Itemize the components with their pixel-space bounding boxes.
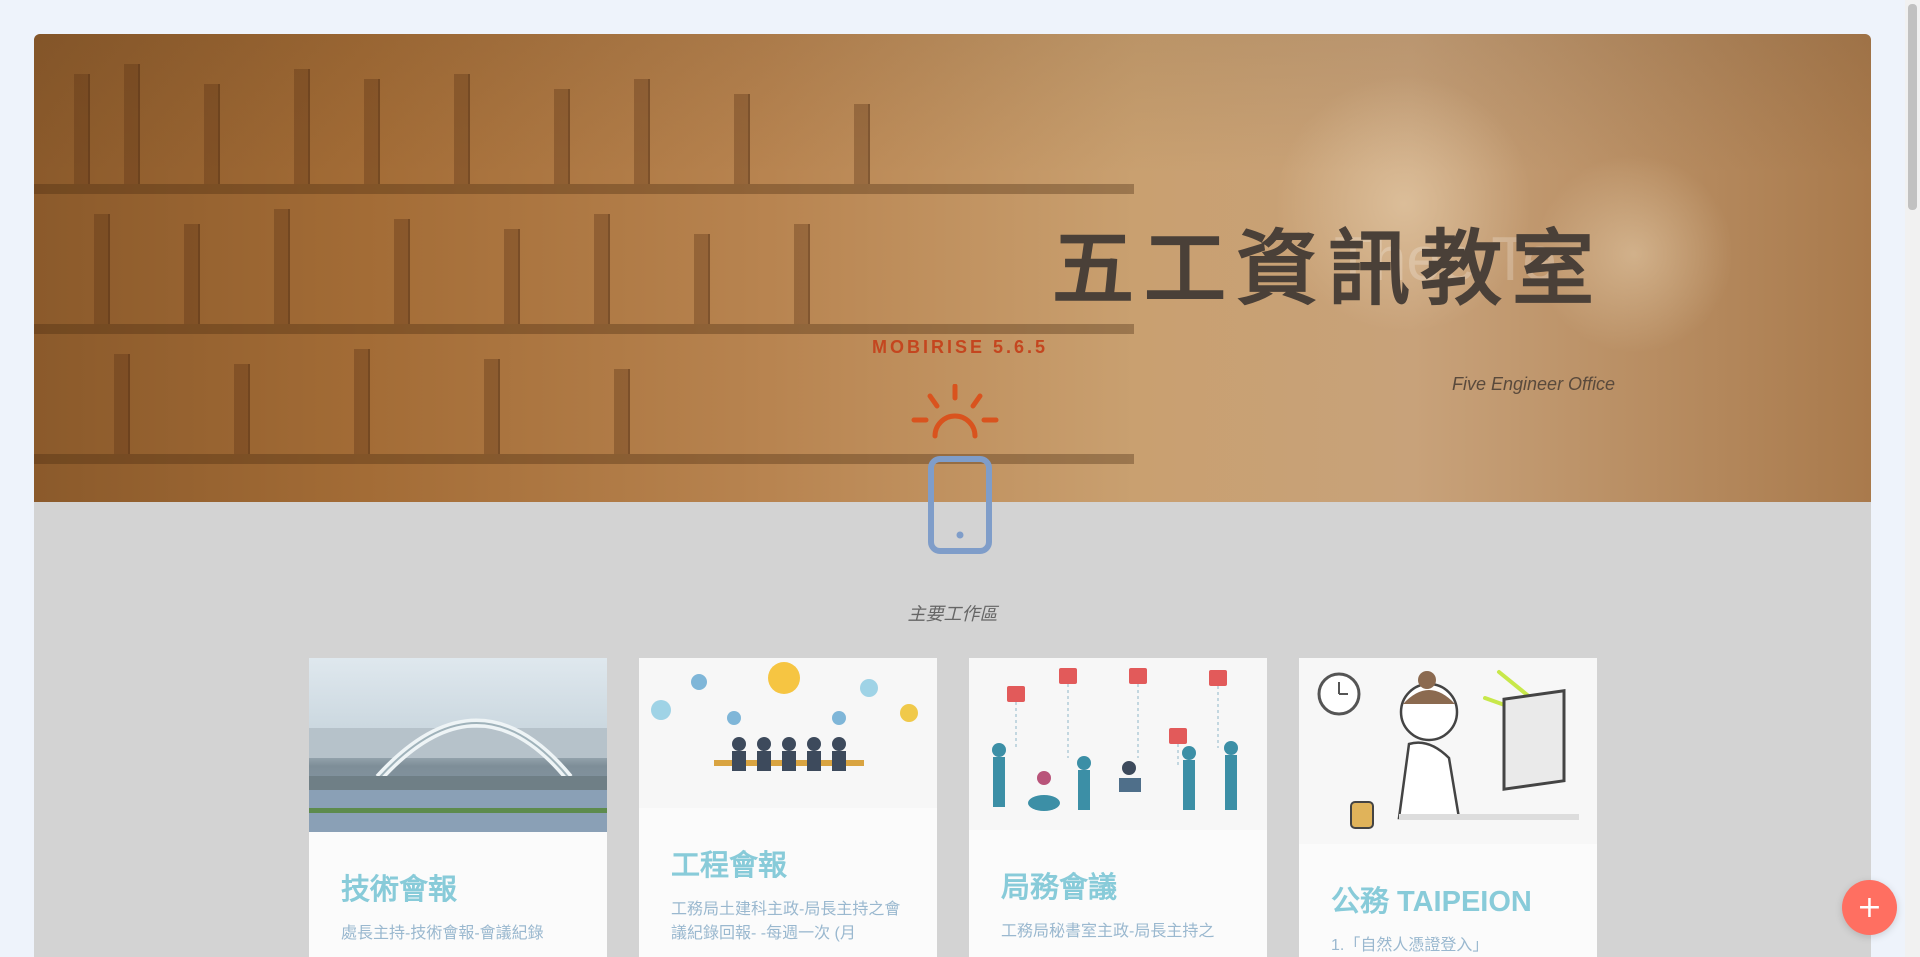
- hero-subtitle: Five Engineer Office: [1452, 374, 1616, 394]
- meeting-image: [639, 658, 937, 808]
- book-decoration: [734, 94, 750, 184]
- shelf-decoration: [34, 324, 1134, 334]
- book-decoration: [694, 234, 710, 324]
- book-decoration: [594, 214, 610, 324]
- bridge-illustration: [309, 718, 607, 832]
- page-scrollbar[interactable]: [1905, 0, 1920, 957]
- scrollbar-thumb[interactable]: [1908, 4, 1917, 210]
- card-title: 局務會議: [1001, 872, 1118, 904]
- hero-title: 五工資訊教室: [1052, 221, 1605, 317]
- book-decoration: [184, 224, 200, 324]
- book-decoration: [234, 364, 250, 454]
- book-decoration: [204, 84, 220, 184]
- book-decoration: [854, 104, 870, 184]
- book-decoration: [394, 219, 410, 324]
- card-technical-meeting[interactable]: 技術會報 處長主持-技術會報-會議紀錄: [309, 658, 607, 957]
- worker-illustration: [1317, 670, 1579, 829]
- book-decoration: [94, 214, 110, 324]
- card-title: 技術會報: [341, 874, 458, 906]
- card-title: 公務 TAIPEION: [1331, 886, 1532, 918]
- card-text: 處長主持-技術會報-會議紀錄: [341, 925, 544, 942]
- card-engineering-meeting[interactable]: 工程會報 工務局土建科主政-局長主持之會議紀錄回報- -每週一次 (月: [639, 658, 937, 957]
- book-decoration: [114, 354, 130, 454]
- section-title: 主要工作區: [907, 604, 998, 624]
- book-decoration: [794, 224, 810, 324]
- mobile-icon: [928, 456, 992, 554]
- card-text: 1.「自然人憑證登入」: [1331, 937, 1489, 954]
- book-decoration: [454, 74, 470, 184]
- hero-banner: Thee Te 五工資訊教室 Five Engineer Office MOBI…: [34, 34, 1871, 502]
- card-bureau-meeting[interactable]: 局務會議 工務局秘書室主政-局長主持之: [969, 658, 1267, 957]
- book-decoration: [484, 359, 500, 454]
- card-title: 工程會報: [671, 850, 788, 882]
- card-taipeion[interactable]: 公務 TAIPEION 1.「自然人憑證登入」: [1299, 658, 1597, 957]
- book-decoration: [274, 209, 290, 324]
- card-text: 工務局土建科主政-局長主持之會議紀錄回報- -每週一次 (月: [671, 901, 901, 942]
- book-decoration: [364, 79, 380, 184]
- worker-image: [1299, 658, 1597, 844]
- card-text: 工務局秘書室主政-局長主持之: [1001, 923, 1215, 940]
- team-image: [969, 658, 1267, 830]
- add-button[interactable]: +: [1842, 880, 1897, 935]
- book-decoration: [294, 69, 310, 184]
- brand-version[interactable]: MOBIRISE 5.6.5: [872, 337, 1048, 358]
- team-illustration: [992, 668, 1238, 811]
- meeting-illustration: [651, 662, 918, 771]
- page-frame: Thee Te 五工資訊教室 Five Engineer Office MOBI…: [34, 34, 1871, 957]
- book-decoration: [504, 229, 520, 324]
- shelf-decoration: [34, 184, 1134, 194]
- book-decoration: [634, 79, 650, 184]
- book-decoration: [124, 64, 140, 184]
- bulb-sun-icon: [911, 384, 999, 439]
- book-decoration: [614, 369, 630, 454]
- book-decoration: [354, 349, 370, 454]
- book-decoration: [74, 74, 90, 184]
- book-decoration: [554, 89, 570, 184]
- bridge-image: [309, 658, 607, 832]
